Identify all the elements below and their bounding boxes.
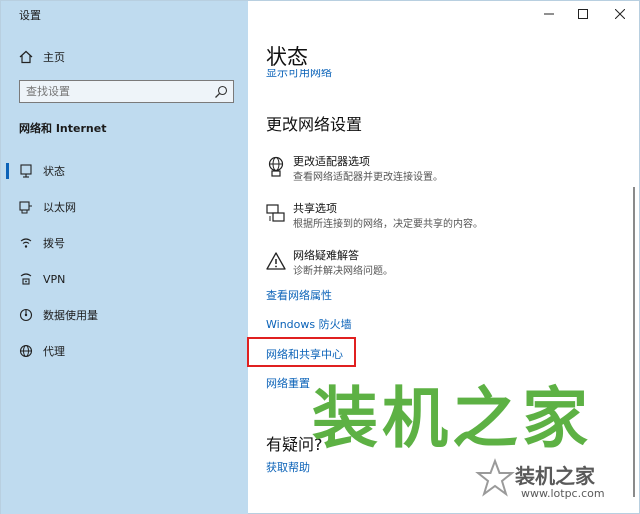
option-title: 网络疑难解答 [293, 249, 359, 262]
settings-window: 设置 主页 网络和 Internet 状态 以太网 [0, 0, 640, 514]
data-usage-icon [18, 307, 34, 323]
sidebar-item-label: 数据使用量 [43, 309, 98, 322]
sidebar-item-data-usage[interactable]: 数据使用量 [1, 301, 248, 329]
maximize-icon [578, 9, 588, 19]
home-nav-item[interactable]: 主页 [1, 43, 248, 71]
watermark-url: www.lotpc.com [521, 487, 605, 500]
firewall-link[interactable]: Windows 防火墙 [266, 316, 352, 332]
close-button[interactable] [604, 1, 636, 27]
scrollbar[interactable] [633, 187, 635, 497]
sidebar-item-proxy[interactable]: 代理 [1, 337, 248, 365]
troubleshoot-item[interactable]: 网络疑难解答 诊断并解决网络问题。 [266, 247, 596, 279]
search-icon[interactable] [214, 84, 228, 98]
window-title: 设置 [19, 9, 41, 22]
search-input[interactable] [26, 83, 206, 100]
dialup-icon [18, 235, 34, 251]
option-title: 更改适配器选项 [293, 155, 370, 168]
page-title: 状态 [266, 45, 308, 69]
adapter-options-item[interactable]: 更改适配器选项 查看网络适配器并更改连接设置。 [266, 153, 596, 185]
minimize-icon [544, 13, 554, 15]
search-box[interactable] [19, 80, 234, 103]
watermark-logo-text: 装机之家 [312, 380, 592, 457]
watermark-badge: 装机之家 www.lotpc.com [471, 456, 639, 512]
get-help-link[interactable]: 获取帮助 [266, 459, 310, 475]
sharing-icon [266, 203, 286, 225]
warning-icon [266, 250, 286, 272]
vpn-icon [18, 271, 34, 287]
sidebar-item-label: 代理 [43, 345, 65, 358]
network-reset-link[interactable]: 网络重置 [266, 375, 310, 391]
option-description: 诊断并解决网络问题。 [293, 266, 393, 277]
home-label: 主页 [43, 51, 65, 64]
sidebar-item-dialup[interactable]: 拨号 [1, 229, 248, 257]
ethernet-icon [18, 199, 34, 215]
section-title: 网络和 Internet [19, 122, 107, 135]
sidebar-item-ethernet[interactable]: 以太网 [1, 193, 248, 221]
close-icon [615, 9, 625, 19]
option-description: 根据所连接到的网络，决定要共享的内容。 [293, 219, 483, 230]
network-properties-link[interactable]: 查看网络属性 [266, 287, 332, 303]
minimize-button[interactable] [533, 1, 565, 27]
home-icon [18, 49, 34, 65]
sidebar-item-status[interactable]: 状态 [1, 157, 248, 185]
sidebar-item-vpn[interactable]: VPN [1, 265, 248, 293]
star-icon [475, 458, 515, 497]
red-highlight-box [247, 337, 356, 367]
sidebar-item-label: 状态 [43, 165, 65, 178]
show-networks-link[interactable]: 显示可用网络 [266, 69, 332, 79]
adapter-icon [266, 156, 286, 178]
sidebar-item-label: 拨号 [43, 237, 65, 250]
watermark-small-text: 装机之家 [515, 464, 595, 488]
sidebar: 设置 主页 网络和 Internet 状态 以太网 [1, 1, 248, 514]
sidebar-item-label: VPN [43, 272, 66, 286]
status-icon [18, 163, 34, 179]
sidebar-item-label: 以太网 [43, 201, 76, 214]
globe-icon [18, 343, 34, 359]
change-settings-heading: 更改网络设置 [266, 115, 363, 134]
maximize-button[interactable] [567, 1, 599, 27]
option-title: 共享选项 [293, 202, 337, 215]
sharing-options-item[interactable]: 共享选项 根据所连接到的网络，决定要共享的内容。 [266, 200, 596, 232]
option-description: 查看网络适配器并更改连接设置。 [293, 172, 443, 183]
